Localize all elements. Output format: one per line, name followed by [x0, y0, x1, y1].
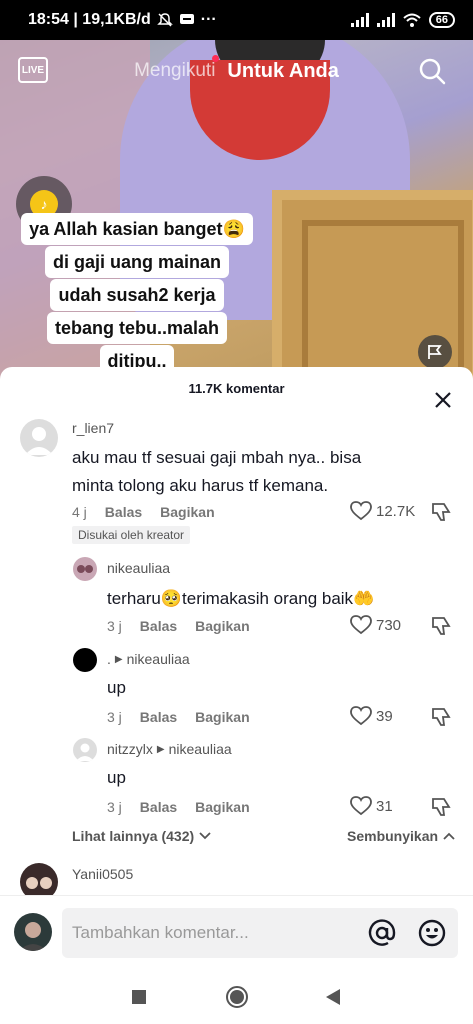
battery-icon: 66 — [428, 12, 455, 28]
reply-button[interactable]: Balas — [140, 618, 177, 634]
share-button[interactable]: Bagikan — [195, 618, 249, 634]
avatar[interactable] — [73, 557, 97, 581]
reply-arrow-icon: ▶ — [156, 743, 165, 755]
comment-username[interactable]: nikeauliaa — [107, 560, 170, 576]
signal-icon — [350, 13, 369, 27]
heart-icon — [350, 615, 372, 635]
comment-input[interactable] — [72, 918, 362, 948]
message-icon — [179, 14, 194, 24]
creator-liked-badge: Disukai oleh kreator — [72, 526, 191, 544]
like-button[interactable]: 39 — [350, 706, 393, 726]
home-circle-icon[interactable] — [225, 985, 249, 1009]
mention-icon[interactable] — [368, 919, 396, 947]
chevron-down-icon — [199, 832, 211, 840]
avatar[interactable] — [73, 738, 97, 762]
reply-button[interactable]: Balas — [140, 709, 177, 725]
comment-text: minta tolong aku harus tf kemana. — [72, 476, 329, 495]
comment-time: 4 j — [72, 504, 87, 520]
comment-username[interactable]: nitzzylx — [107, 741, 153, 757]
like-button[interactable]: 12.7K — [350, 501, 415, 521]
wifi-icon — [403, 13, 421, 27]
like-button[interactable]: 730 — [350, 615, 401, 635]
status-bar: 18:54 | 19,1KB/d ··· 66 — [0, 0, 473, 40]
comment-username[interactable]: . — [107, 651, 111, 667]
like-count: 39 — [376, 707, 393, 725]
comment-text: up — [107, 768, 126, 787]
dislike-icon[interactable] — [430, 501, 452, 523]
comment-username-row: . ▶ nikeauliaa — [107, 651, 190, 667]
comment-username[interactable]: Yanii0505 — [72, 866, 133, 882]
heart-icon — [350, 501, 372, 521]
top-nav: Mengikuti Untuk Anda — [0, 55, 473, 87]
reply-to-username[interactable]: nikeauliaa — [169, 741, 232, 757]
report-flag-button[interactable] — [418, 335, 452, 369]
comment-meta: 4 j Balas Bagikan — [72, 504, 215, 520]
flag-icon — [428, 345, 442, 359]
notification-dot — [212, 55, 219, 62]
comment-input-bar — [0, 895, 473, 970]
hide-label: Sembunyikan — [347, 828, 439, 844]
comment-time: 3 j — [107, 709, 122, 725]
like-count: 730 — [376, 616, 402, 634]
share-button[interactable]: Bagikan — [160, 504, 214, 520]
comments-count: 11.7K komentar — [188, 381, 285, 396]
comment-time: 3 j — [107, 618, 122, 634]
comment-text: up — [107, 678, 126, 697]
view-more-label: Lihat lainnya (432) — [72, 828, 195, 844]
chevron-up-icon — [443, 832, 455, 840]
dislike-icon[interactable] — [430, 706, 452, 728]
reply-to-username[interactable]: nikeauliaa — [127, 651, 190, 667]
like-button[interactable]: 31 — [350, 796, 393, 816]
reply-arrow-icon: ▶ — [114, 653, 123, 665]
heart-icon — [350, 796, 372, 816]
back-triangle-icon[interactable] — [324, 987, 342, 1007]
view-more-replies-button[interactable]: Lihat lainnya (432) — [72, 828, 212, 844]
comment-username-row: nitzzylx ▶ nikeauliaa — [107, 741, 232, 757]
reply-button[interactable]: Balas — [105, 504, 142, 520]
comment-input-box — [62, 908, 458, 958]
avatar[interactable] — [73, 648, 97, 672]
search-icon[interactable] — [418, 57, 446, 85]
caption-line: ya Allah kasian banget😩 — [21, 213, 253, 245]
dislike-icon[interactable] — [430, 615, 452, 637]
reply-button[interactable]: Balas — [140, 799, 177, 815]
avatar[interactable] — [20, 419, 58, 457]
comment-text: terharu🥺terimakasih orang baik🤲 — [107, 589, 375, 608]
hide-replies-button[interactable]: Sembunyikan — [347, 828, 456, 844]
like-count: 31 — [376, 797, 393, 815]
system-nav-bar — [0, 970, 473, 1024]
emoji-icon[interactable] — [418, 919, 446, 947]
status-time-speed: 18:54 | 19,1KB/d — [28, 11, 151, 28]
dislike-icon[interactable] — [430, 796, 452, 818]
signal-icon-2 — [376, 13, 395, 27]
share-button[interactable]: Bagikan — [195, 709, 249, 725]
recents-square-icon[interactable] — [131, 989, 147, 1005]
heart-icon — [350, 706, 372, 726]
tab-following[interactable]: Mengikuti — [134, 60, 215, 82]
caption-line: di gaji uang mainan — [44, 246, 230, 278]
share-button[interactable]: Bagikan — [195, 799, 249, 815]
comment-time: 3 j — [107, 799, 122, 815]
comment-meta: 3 j Balas Bagikan — [107, 799, 250, 815]
comment-meta: 3 j Balas Bagikan — [107, 709, 250, 725]
comment-text: aku mau tf sesuai gaji mbah nya.. bisa — [72, 448, 362, 467]
close-icon[interactable] — [432, 389, 454, 411]
caption-line: udah susah2 kerja — [50, 279, 224, 311]
tab-for-you[interactable]: Untuk Anda — [227, 60, 338, 83]
mute-notification-icon — [156, 13, 173, 27]
video-caption: ya Allah kasian banget😩 di gaji uang mai… — [6, 213, 268, 378]
caption-line: tebang tebu..malah — [46, 312, 228, 344]
comment-meta: 3 j Balas Bagikan — [107, 618, 250, 634]
more-dots: ··· — [200, 11, 217, 28]
my-avatar — [14, 913, 52, 951]
like-count: 12.7K — [376, 502, 416, 520]
comment-username[interactable]: r_lien7 — [72, 420, 114, 436]
